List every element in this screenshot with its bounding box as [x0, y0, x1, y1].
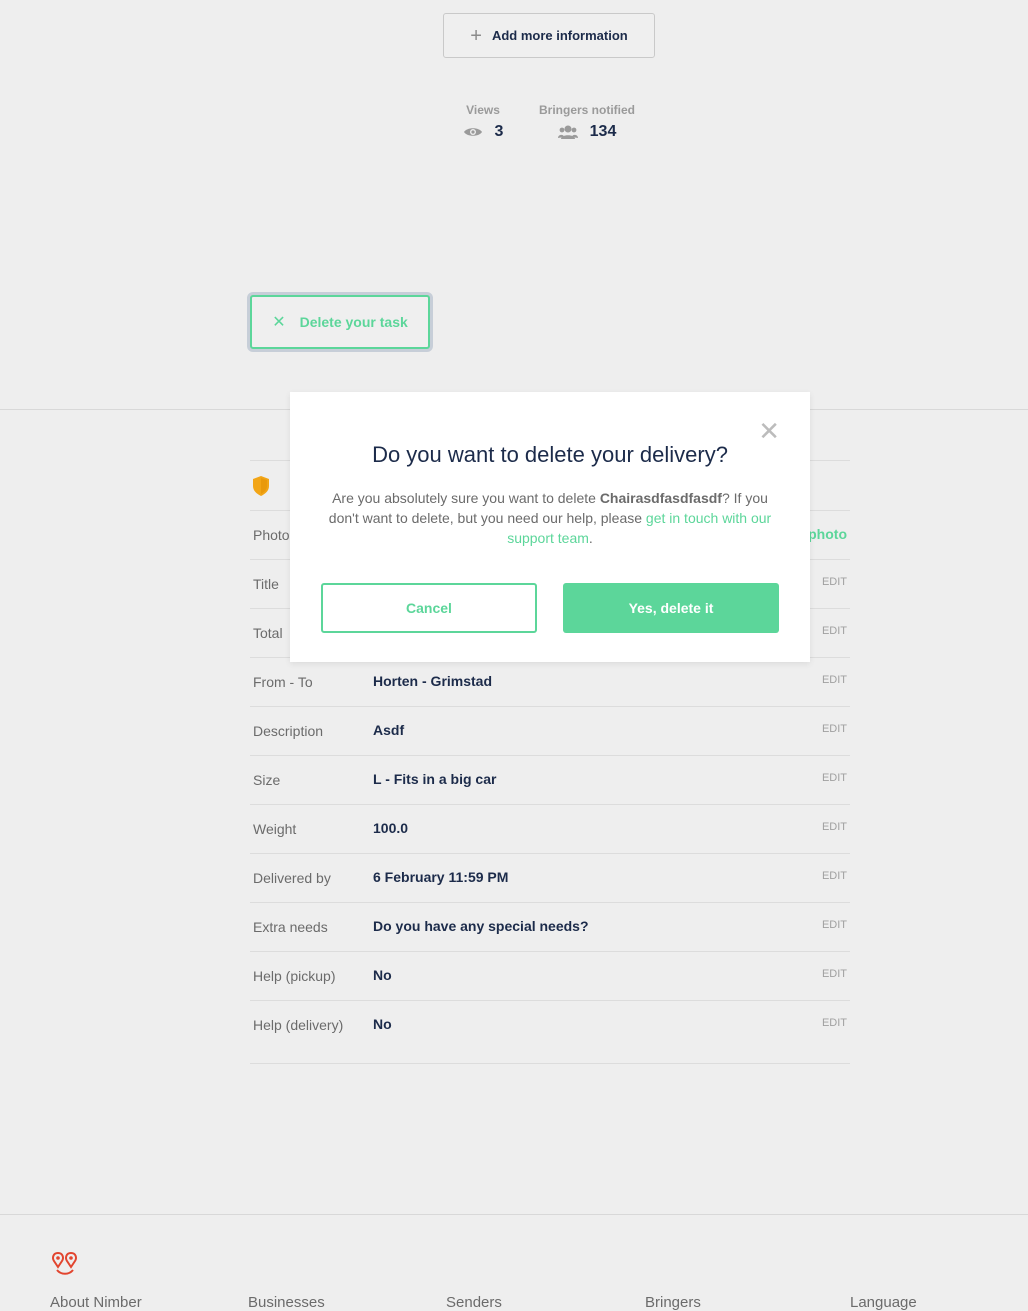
views-label: Views: [466, 103, 500, 117]
close-icon: ✕: [272, 314, 286, 331]
detail-row-description: Description Asdf EDIT: [250, 706, 850, 755]
detail-key: Help (delivery): [253, 1017, 344, 1033]
dialog-message-prefix: Are you absolutely sure you want to dele…: [332, 490, 600, 506]
edit-link[interactable]: EDIT: [822, 674, 847, 686]
photo-link[interactable]: photo: [808, 526, 847, 542]
bringers-notified-stat: Bringers notified 134: [530, 103, 644, 141]
dialog-message-suffix: .: [588, 530, 593, 546]
detail-key: From - To: [253, 674, 313, 690]
close-icon[interactable]: ✕: [758, 418, 780, 444]
delete-task-label: Delete your task: [299, 314, 408, 330]
detail-row-delivered-by: Delivered by 6 February 11:59 PM EDIT: [250, 853, 850, 902]
edit-link[interactable]: EDIT: [822, 821, 847, 833]
detail-row-from-to: From - To Horten - Grimstad EDIT: [250, 657, 850, 706]
delete-confirmation-dialog: ✕ Do you want to delete your delivery? A…: [290, 392, 810, 662]
task-name: Chairasdfasdfasdf: [599, 490, 722, 506]
task-page: + Add more information Views 3 Bringers …: [0, 0, 1028, 1311]
detail-value: No: [373, 1016, 392, 1032]
edit-link[interactable]: EDIT: [822, 576, 847, 588]
users-icon: [557, 125, 578, 139]
views-value: 3: [494, 123, 504, 140]
footer-link-businesses[interactable]: Businesses: [248, 1294, 325, 1311]
detail-value: No: [373, 967, 392, 983]
footer-link-senders[interactable]: Senders: [446, 1294, 502, 1311]
detail-value: 100.0: [373, 820, 409, 836]
edit-link[interactable]: EDIT: [822, 625, 847, 637]
cancel-button[interactable]: Cancel: [321, 583, 537, 633]
detail-key: Description: [253, 723, 324, 739]
detail-row-extra-needs: Extra needs Do you have any special need…: [250, 902, 850, 951]
edit-link[interactable]: EDIT: [822, 919, 847, 931]
detail-value: L - Fits in a big car: [373, 771, 497, 787]
footer-link-language[interactable]: Language: [850, 1294, 917, 1311]
nimber-logo-icon: [52, 1251, 77, 1275]
detail-value: Horten - Grimstad: [373, 673, 493, 689]
footer-link-bringers[interactable]: Bringers: [645, 1294, 701, 1311]
footer-link-about[interactable]: About Nimber: [50, 1294, 142, 1311]
detail-value: Do you have any special needs?: [373, 918, 589, 934]
plus-icon: +: [470, 24, 482, 47]
eye-icon: [463, 128, 482, 136]
detail-row-help-delivery: Help (delivery) No EDIT: [250, 1000, 850, 1064]
detail-key: Weight: [253, 821, 297, 837]
edit-link[interactable]: EDIT: [822, 1017, 847, 1029]
add-more-information-button[interactable]: + Add more information: [443, 13, 655, 58]
footer-divider: [0, 1214, 1028, 1215]
detail-key: Size: [253, 772, 281, 788]
detail-value: Asdf: [373, 722, 405, 738]
detail-key: Delivered by: [253, 870, 331, 886]
dialog-message: Are you absolutely sure you want to dele…: [320, 488, 780, 548]
dialog-title: Do you want to delete your delivery?: [372, 442, 728, 467]
bringers-notified-label: Bringers notified: [538, 103, 635, 117]
delete-task-button[interactable]: ✕ Delete your task: [250, 295, 430, 349]
detail-row-help-pickup: Help (pickup) No EDIT: [250, 951, 850, 1000]
confirm-delete-button[interactable]: Yes, delete it: [563, 583, 779, 633]
edit-link[interactable]: EDIT: [822, 723, 847, 735]
detail-row-size: Size L - Fits in a big car EDIT: [250, 755, 850, 804]
views-stat: Views 3: [452, 103, 514, 141]
shield-icon: [253, 476, 269, 496]
edit-link[interactable]: EDIT: [822, 968, 847, 980]
detail-key: Help (pickup): [253, 968, 336, 984]
detail-row-weight: Weight 100.0 EDIT: [250, 804, 850, 853]
detail-value: 6 February 11:59 PM: [373, 869, 509, 885]
add-more-information-label: Add more information: [491, 28, 628, 43]
edit-link[interactable]: EDIT: [822, 772, 847, 784]
bringers-notified-value: 134: [589, 123, 617, 140]
detail-key: Extra needs: [253, 919, 328, 935]
edit-link[interactable]: EDIT: [822, 870, 847, 882]
